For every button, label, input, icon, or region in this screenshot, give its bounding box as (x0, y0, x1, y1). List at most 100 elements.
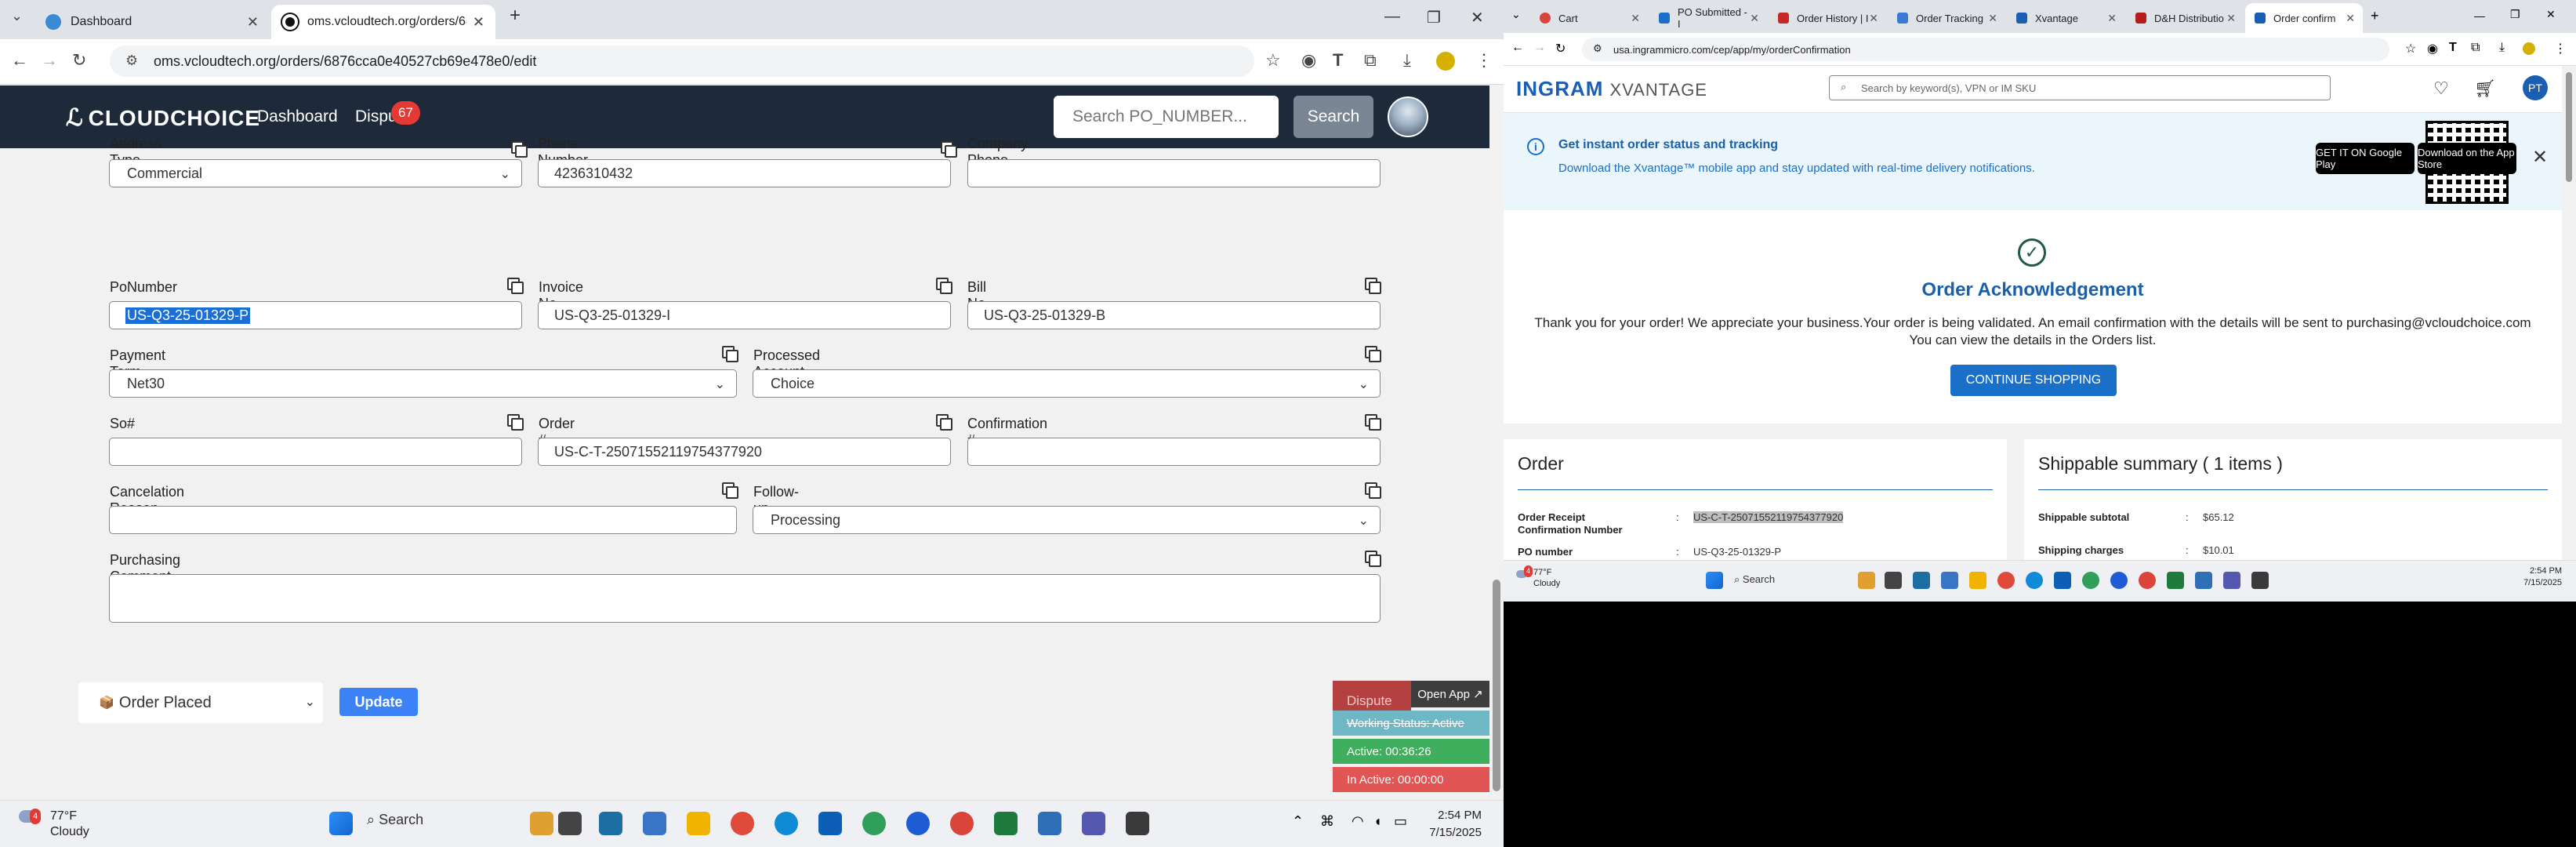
tab-order-tracking[interactable]: Order Tracking ✕ (1888, 3, 2005, 33)
menu-kebab-icon[interactable]: ⋮ (2554, 41, 2567, 56)
tab-search-icon[interactable]: ⌄ (11, 8, 23, 24)
edge-icon[interactable] (775, 812, 798, 835)
tab-search-icon[interactable]: ⌄ (1511, 8, 1521, 21)
cloudchoice-logo[interactable]: ℒ CLOUDCHOICE (66, 104, 260, 132)
copy-icon[interactable] (722, 482, 738, 499)
site-info-icon[interactable]: ⚙ (1593, 42, 1602, 55)
volume-icon[interactable]: ◖ (1373, 813, 1382, 830)
new-tab-button[interactable]: + (510, 5, 521, 27)
processed-account-select[interactable]: Choice ⌄ (753, 369, 1381, 398)
teams-icon[interactable] (2223, 572, 2240, 589)
battery-icon[interactable]: ▭ (1394, 813, 1407, 830)
excel-icon[interactable] (2167, 572, 2184, 589)
copy-icon[interactable] (936, 278, 952, 294)
bill-input[interactable]: US-Q3-25-01329-B (967, 301, 1381, 329)
reload-icon[interactable]: ↻ (72, 50, 86, 71)
heart-icon[interactable]: ♡ (2433, 78, 2449, 99)
update-button[interactable]: Update (339, 688, 418, 716)
tab-cart[interactable]: Cart ✕ (1530, 3, 1648, 33)
confirmation-input[interactable] (967, 438, 1381, 466)
profile-icon[interactable] (1436, 52, 1455, 71)
outlook-icon[interactable] (2054, 572, 2071, 589)
forward-icon[interactable]: → (41, 50, 58, 71)
calculator-icon[interactable] (643, 812, 666, 835)
minimize-icon[interactable]: — (2474, 9, 2485, 22)
chrome-icon[interactable] (2139, 572, 2156, 589)
zoom-icon[interactable] (2110, 572, 2128, 589)
scrollbar-thumb[interactable] (1493, 580, 1500, 791)
puzzle-icon[interactable]: ⧉ (1364, 50, 1377, 71)
order-status-select[interactable]: 📦 Order Placed ⌄ (78, 682, 323, 723)
bookmark-star-icon[interactable]: ☆ (2405, 41, 2416, 56)
taskbar-search[interactable]: ⌕ Search (1734, 573, 1775, 586)
reload-icon[interactable]: ↻ (1555, 41, 1566, 56)
cart-icon[interactable]: 🛒︎ (2474, 78, 2496, 99)
order-number-input[interactable]: US-C-T-25071552119754377920 (538, 438, 951, 466)
tab-order-history[interactable]: Order History | I ✕ (1769, 3, 1886, 33)
product-search-input[interactable]: ⌕ Search by keyword(s), VPN or IM SKU (1829, 75, 2331, 100)
copy-icon[interactable] (1365, 551, 1381, 567)
so-input[interactable] (109, 438, 522, 466)
address-bar[interactable]: ⚙ oms.vcloudtech.org/orders/6876cca0e405… (110, 45, 1254, 77)
close-tab-icon[interactable]: ✕ (1750, 12, 1759, 25)
calculator-icon[interactable] (1941, 572, 1958, 589)
chrome-icon[interactable] (731, 812, 754, 835)
close-tab-icon[interactable]: ✕ (1988, 12, 1997, 25)
phone-input[interactable]: 4236310432 (538, 159, 951, 187)
close-tab-icon[interactable]: ✕ (2226, 12, 2236, 25)
close-tab-icon[interactable]: ✕ (2346, 12, 2355, 25)
chrome-icon[interactable] (2082, 572, 2099, 589)
restore-icon[interactable]: ❐ (1427, 8, 1441, 27)
copy-icon[interactable] (511, 141, 528, 158)
taskbar-search[interactable]: ⌕ Search (367, 812, 423, 828)
file-explorer-icon[interactable] (687, 812, 710, 835)
close-tab-icon[interactable]: ✕ (2107, 12, 2117, 25)
copy-icon[interactable] (1365, 346, 1381, 362)
followup-select[interactable]: Processing ⌄ (753, 506, 1381, 534)
copy-icon[interactable] (507, 414, 524, 431)
copy-icon[interactable] (722, 346, 738, 362)
windows-start-icon[interactable] (329, 812, 353, 835)
chrome-icon[interactable] (862, 812, 886, 835)
scrollbar-thumb[interactable] (2566, 72, 2572, 182)
app-icon[interactable] (1885, 572, 1902, 589)
nav-dashboard[interactable]: Dashboard (257, 107, 338, 126)
outlook-icon[interactable] (818, 812, 842, 835)
extension-icon[interactable]: ◉ (2427, 41, 2438, 56)
close-window-icon[interactable]: ✕ (1471, 8, 1484, 27)
restore-icon[interactable]: ❐ (2510, 8, 2520, 21)
minimize-icon[interactable]: — (1384, 8, 1400, 26)
back-icon[interactable]: ← (1511, 41, 1524, 55)
open-app-button[interactable]: Open App ↗ (1411, 681, 1489, 707)
close-tab-icon[interactable]: ✕ (1869, 12, 1878, 25)
zoom-icon[interactable] (906, 812, 930, 835)
invoice-input[interactable]: US-Q3-25-01329-I (538, 301, 951, 329)
windows-start-icon[interactable] (1706, 572, 1723, 589)
forward-icon[interactable]: → (1533, 41, 1546, 55)
text-tool-icon[interactable]: T (2449, 41, 2457, 55)
app-icon[interactable] (1126, 812, 1149, 835)
google-play-button[interactable]: GET IT ON Google Play (2316, 143, 2415, 174)
address-bar[interactable]: ⚙ usa.ingrammicro.com/cep/app/my/orderCo… (1582, 38, 2389, 61)
new-tab-button[interactable]: + (2371, 8, 2379, 24)
dispute-tab[interactable]: Dispute (1333, 681, 1411, 712)
copy-icon[interactable] (507, 278, 524, 294)
copy-icon[interactable] (1365, 482, 1381, 499)
back-icon[interactable]: ← (11, 50, 28, 71)
tab-xvantage[interactable]: Xvantage ✕ (2007, 3, 2124, 33)
app-store-button[interactable]: Download on the App Store (2418, 143, 2516, 174)
app-icon[interactable] (558, 812, 582, 835)
chrome-icon[interactable] (950, 812, 974, 835)
bookmark-star-icon[interactable]: ☆ (1265, 50, 1281, 71)
tab-order-edit[interactable]: oms.vcloudtech.org/orders/687 ✕ (271, 5, 495, 39)
teams-icon[interactable] (1082, 812, 1105, 835)
copy-icon[interactable] (941, 141, 957, 158)
extension-icon[interactable]: ◉ (1301, 50, 1316, 71)
app-icon[interactable] (599, 812, 622, 835)
close-tab-icon[interactable]: ✕ (473, 14, 484, 31)
continue-shopping-button[interactable]: CONTINUE SHOPPING (1950, 365, 2117, 396)
cancel-reason-input[interactable] (109, 506, 737, 534)
tab-order-confirmation[interactable]: Order confirm ✕ (2245, 3, 2363, 33)
puzzle-icon[interactable]: ⧉ (2471, 41, 2480, 55)
ingram-logo[interactable]: INGRAM XVANTAGE (1516, 77, 1707, 101)
